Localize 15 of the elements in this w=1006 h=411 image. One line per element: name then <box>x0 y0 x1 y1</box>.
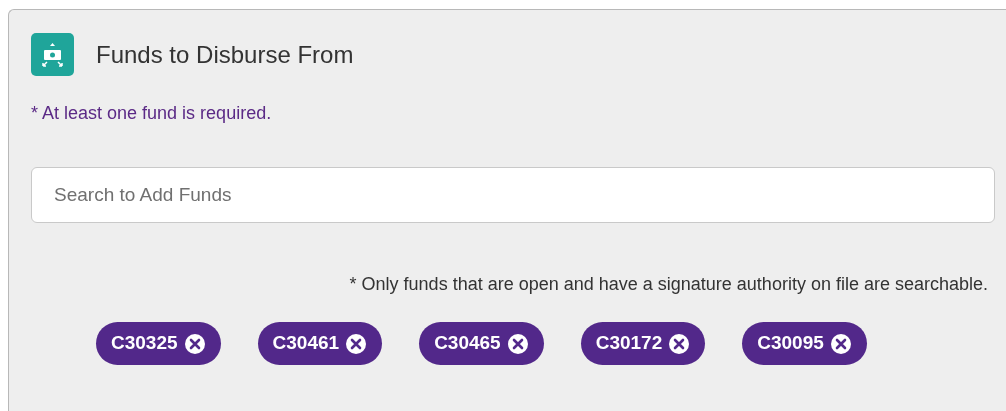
remove-icon[interactable] <box>183 332 206 355</box>
remove-icon[interactable] <box>668 332 691 355</box>
remove-icon[interactable] <box>506 332 529 355</box>
money-transfer-icon <box>31 33 74 76</box>
search-note: * Only funds that are open and have a signature authority on file are searchable. <box>349 273 988 296</box>
tag-label: C30325 <box>111 331 178 356</box>
tag-label: C30172 <box>595 331 663 356</box>
remove-icon[interactable] <box>345 332 368 355</box>
search-field[interactable]: Search to Add Funds <box>31 167 995 223</box>
tag-label: C30095 <box>757 331 824 356</box>
remove-icon[interactable] <box>829 332 852 355</box>
required-note: * At least one fund is required. <box>31 102 273 125</box>
card-title: Funds to Disburse From <box>96 39 354 70</box>
tag-label: C30461 <box>272 331 340 356</box>
tag-label: C30465 <box>434 331 501 356</box>
